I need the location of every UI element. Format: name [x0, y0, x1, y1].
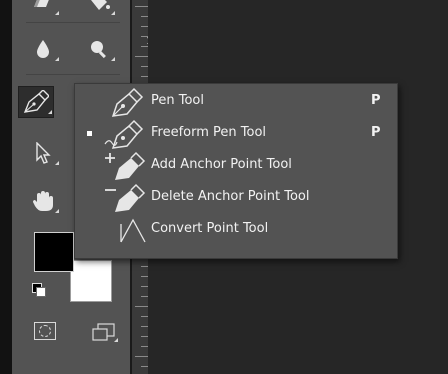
submenu-indicator-icon	[48, 110, 52, 114]
path-selection-tool[interactable]	[26, 138, 60, 168]
ruler-tick	[135, 356, 148, 357]
menu-item-convert-point-tool[interactable]: Convert Point Tool	[75, 214, 397, 246]
menu-item-label: Convert Point Tool	[151, 221, 269, 236]
ruler-tick	[141, 326, 148, 327]
blur-drop-icon	[37, 40, 49, 58]
pen-tool[interactable]	[18, 86, 54, 118]
submenu-indicator-icon	[111, 57, 115, 61]
ruler-tick	[141, 316, 148, 317]
blur-tool[interactable]	[26, 34, 60, 64]
ruler-tick	[141, 346, 148, 347]
toolbar-separator	[26, 74, 120, 75]
convert-point-icon	[103, 214, 151, 246]
freeform-pen-icon	[103, 118, 151, 150]
hand-icon	[33, 191, 53, 211]
add-anchor-point-icon	[103, 150, 151, 182]
pen-icon	[103, 86, 151, 118]
hand-tool[interactable]	[26, 186, 60, 216]
dodge-icon	[91, 41, 106, 59]
ruler-tick	[141, 266, 148, 267]
paint-bucket-tool[interactable]	[82, 0, 116, 18]
menu-item-shortcut: P	[371, 125, 381, 140]
default-background-square	[36, 287, 46, 297]
ruler-tick	[141, 26, 148, 27]
left-edge-strip	[0, 0, 12, 374]
menu-item-pen-tool[interactable]: Pen Tool P	[75, 86, 397, 118]
ruler-tick	[141, 16, 148, 17]
pen-tool-flyout-menu: Pen Tool P Freeform Pen Tool P Add Ancho…	[74, 83, 398, 259]
submenu-indicator-icon	[55, 161, 59, 165]
path-selection-arrow-icon	[36, 142, 51, 164]
menu-item-label: Delete Anchor Point Tool	[151, 189, 310, 204]
dodge-tool[interactable]	[82, 34, 116, 64]
menu-item-add-anchor-point-tool[interactable]: Add Anchor Point Tool	[75, 150, 397, 182]
pen-icon	[23, 90, 49, 113]
menu-item-delete-anchor-point-tool[interactable]: Delete Anchor Point Tool	[75, 182, 397, 214]
ruler-tick	[135, 306, 148, 307]
eraser-icon	[34, 0, 49, 7]
menu-item-shortcut: P	[371, 93, 381, 108]
ruler-tick	[141, 66, 148, 67]
submenu-indicator-icon	[55, 209, 59, 213]
paint-bucket-icon	[91, 0, 110, 10]
ruler-tick	[141, 286, 148, 287]
quick-mask-icon[interactable]	[34, 322, 56, 340]
menu-item-label: Add Anchor Point Tool	[151, 157, 292, 172]
ruler-tick	[135, 6, 148, 7]
ruler-tick	[141, 366, 148, 367]
screen-mode-button[interactable]	[90, 322, 120, 346]
default-colors-icon[interactable]	[32, 283, 46, 297]
selected-bullet-icon	[87, 131, 92, 136]
menu-item-freeform-pen-tool[interactable]: Freeform Pen Tool P	[75, 118, 397, 150]
toolbar-separator	[26, 22, 120, 23]
menu-item-label: Freeform Pen Tool	[151, 125, 267, 140]
foreground-color-swatch[interactable]	[34, 232, 74, 272]
background-color-swatch[interactable]	[70, 260, 112, 302]
ruler-tick	[135, 56, 148, 57]
delete-anchor-point-icon	[103, 182, 151, 214]
eraser-tool[interactable]	[26, 0, 60, 18]
ruler-tick	[141, 296, 148, 297]
submenu-indicator-icon	[55, 11, 59, 15]
submenu-indicator-icon	[55, 57, 59, 61]
menu-item-label: Pen Tool	[151, 93, 204, 108]
submenu-indicator-icon	[111, 11, 115, 15]
ruler-tick	[141, 276, 148, 277]
ruler-tick	[141, 76, 148, 77]
screen-mode-icon	[92, 323, 118, 342]
ruler-tick	[141, 336, 148, 337]
